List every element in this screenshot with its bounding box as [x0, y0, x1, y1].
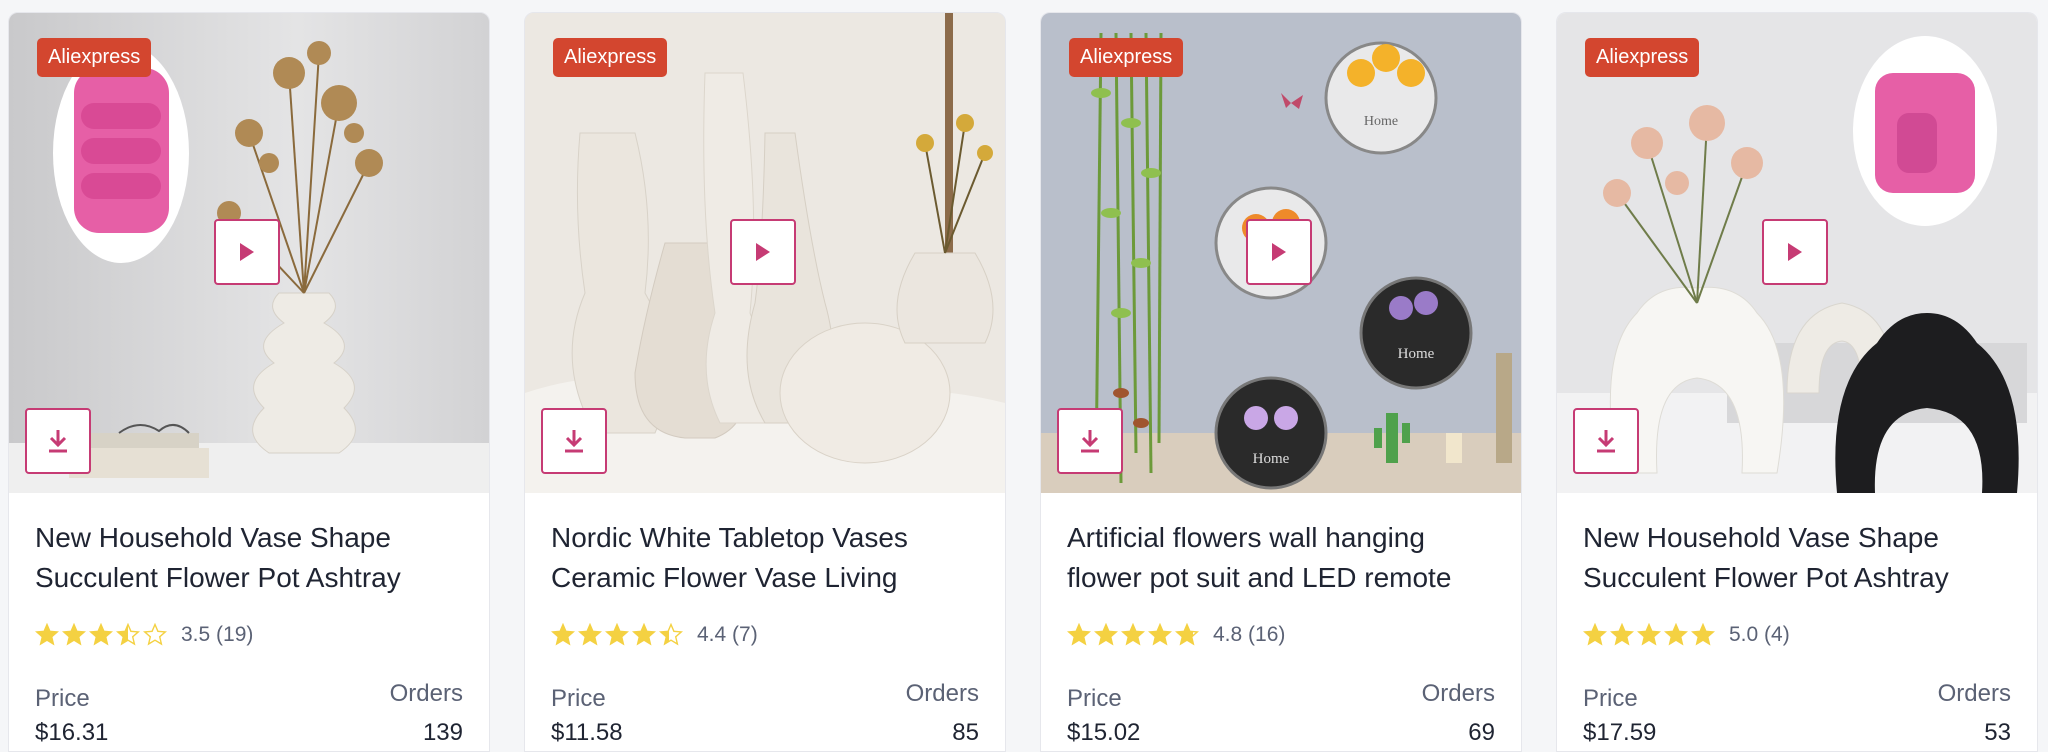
price-label: Price: [35, 685, 90, 712]
play-icon: [1788, 243, 1802, 261]
product-card[interactable]: Home Home Home Aliexpress Artificial flo…: [1040, 12, 1522, 752]
star-rating: [1067, 623, 1199, 647]
star-full-icon: [1148, 623, 1172, 646]
star-full-icon: [1610, 623, 1634, 646]
star-full-icon: [1691, 623, 1715, 646]
play-icon: [1272, 243, 1286, 261]
download-button[interactable]: [25, 408, 91, 474]
sign-text: Home: [1253, 451, 1290, 467]
download-button[interactable]: [541, 408, 607, 474]
star-full-icon: [1637, 623, 1661, 646]
star-full-icon: [551, 623, 575, 646]
price-value: $16.31: [35, 719, 109, 746]
product-card[interactable]: Aliexpress New Household Vase Shape Succ…: [1556, 12, 2038, 752]
source-badge: Aliexpress: [553, 38, 668, 77]
play-icon: [240, 243, 254, 261]
star-full-icon: [1067, 623, 1091, 646]
play-icon: [756, 243, 770, 261]
star-full-icon: [1094, 623, 1118, 646]
star-empty-icon: [143, 623, 167, 646]
orders-label: Orders: [389, 680, 463, 707]
rating-text: 3.5 (19): [181, 623, 254, 646]
play-video-button[interactable]: [730, 219, 796, 285]
product-card[interactable]: Aliexpress New Household Vase Shape Succ…: [8, 12, 490, 752]
play-video-button[interactable]: [1762, 219, 1828, 285]
play-video-button[interactable]: [214, 219, 280, 285]
star-rating: [35, 623, 167, 647]
price-value: $17.59: [1583, 719, 1657, 746]
star-full-icon: [578, 623, 602, 646]
price-label: Price: [1583, 685, 1638, 712]
rating-text: 5.0 (4): [1729, 623, 1790, 646]
product-image[interactable]: Home Home Home Aliexpress: [1041, 13, 1521, 493]
orders-label: Orders: [905, 680, 979, 707]
product-title-line-2: Ceramic Flower Vase Living: [551, 562, 898, 593]
star-half-icon: [116, 623, 140, 646]
product-image[interactable]: Aliexpress: [9, 13, 489, 493]
sign-text: Home: [1398, 346, 1435, 362]
rating: 4.4 (7): [551, 623, 758, 647]
source-badge: Aliexpress: [37, 38, 152, 77]
product-title[interactable]: New Household Vase Shape Succulent Flowe…: [35, 518, 475, 598]
product-title[interactable]: New Household Vase Shape Succulent Flowe…: [1583, 518, 2023, 598]
star-half-icon: [1175, 623, 1199, 646]
download-button[interactable]: [1573, 408, 1639, 474]
product-card[interactable]: Aliexpress Nordic White Tabletop Vases C…: [524, 12, 1006, 752]
star-full-icon: [35, 623, 59, 646]
star-half-icon: [659, 623, 683, 646]
star-full-icon: [62, 623, 86, 646]
rating-text: 4.4 (7): [697, 623, 758, 646]
price-label: Price: [551, 685, 606, 712]
star-full-icon: [1121, 623, 1145, 646]
rating: 5.0 (4): [1583, 623, 1790, 647]
download-icon: [1081, 430, 1099, 453]
orders-label: Orders: [1937, 680, 2011, 707]
price-value: $11.58: [551, 719, 623, 746]
price-value: $15.02: [1067, 719, 1141, 746]
star-full-icon: [1583, 623, 1607, 646]
star-rating: [1583, 623, 1715, 647]
product-title-line-1: New Household Vase Shape: [35, 522, 391, 553]
product-title-line-2: Succulent Flower Pot Ashtray: [1583, 562, 1949, 593]
star-rating: [551, 623, 683, 647]
rating: 3.5 (19): [35, 623, 253, 647]
product-grid: Aliexpress New Household Vase Shape Succ…: [0, 0, 2048, 752]
orders-label: Orders: [1421, 680, 1495, 707]
star-full-icon: [1664, 623, 1688, 646]
download-icon: [565, 430, 583, 453]
download-icon: [49, 430, 67, 453]
sign-text: Home: [1364, 114, 1398, 129]
rating: 4.8 (16): [1067, 623, 1285, 647]
orders-value: 85: [952, 719, 979, 746]
play-video-button[interactable]: [1246, 219, 1312, 285]
star-full-icon: [632, 623, 656, 646]
rating-text: 4.8 (16): [1213, 623, 1286, 646]
product-title-line-2: flower pot suit and LED remote: [1067, 562, 1452, 593]
product-title-line-1: Artificial flowers wall hanging: [1067, 522, 1425, 553]
product-title-line-1: Nordic White Tabletop Vases: [551, 522, 908, 553]
product-image[interactable]: Aliexpress: [525, 13, 1005, 493]
product-title-line-2: Succulent Flower Pot Ashtray: [35, 562, 401, 593]
star-full-icon: [605, 623, 629, 646]
product-title-line-1: New Household Vase Shape: [1583, 522, 1939, 553]
orders-value: 69: [1468, 719, 1495, 746]
star-full-icon: [89, 623, 113, 646]
source-badge: Aliexpress: [1069, 38, 1184, 77]
product-title[interactable]: Nordic White Tabletop Vases Ceramic Flow…: [551, 518, 991, 598]
orders-value: 53: [1984, 719, 2011, 746]
product-title[interactable]: Artificial flowers wall hanging flower p…: [1067, 518, 1507, 598]
price-label: Price: [1067, 685, 1122, 712]
download-button[interactable]: [1057, 408, 1123, 474]
download-icon: [1597, 430, 1615, 453]
orders-value: 139: [422, 719, 463, 746]
source-badge: Aliexpress: [1585, 38, 1700, 77]
product-image[interactable]: Aliexpress: [1557, 13, 2037, 493]
